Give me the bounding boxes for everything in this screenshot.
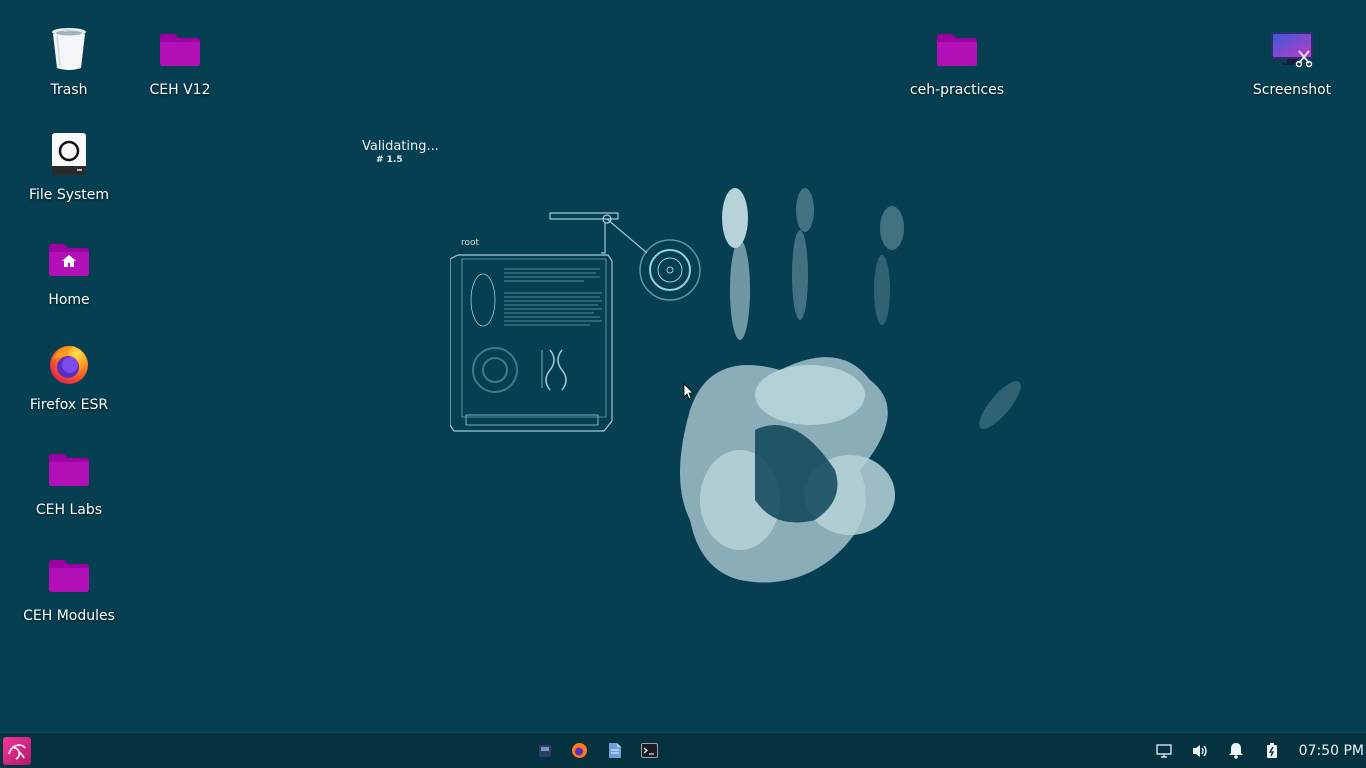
taskbar-launchers — [535, 741, 659, 760]
desktop-icon-trash[interactable]: Trash — [14, 2, 124, 102]
desktop-icon-label: ceh-practices — [909, 82, 1005, 98]
desktop-icon-ceh-v12[interactable]: CEH V12 — [125, 2, 235, 102]
folder-icon — [932, 24, 982, 74]
home-folder-icon — [44, 234, 94, 284]
folder-icon — [44, 550, 94, 600]
firefox-icon[interactable] — [570, 741, 589, 760]
trash-icon — [44, 24, 94, 74]
battery-icon[interactable] — [1263, 742, 1281, 760]
wallpaper-handprint — [680, 188, 1021, 583]
display-icon[interactable] — [1155, 742, 1173, 760]
wallpaper-status: Validating... # 1.5 — [362, 139, 439, 165]
desktop-icon-label: File System — [28, 187, 110, 203]
desktop-icon-label: Trash — [50, 82, 88, 98]
desktop-icon-label: CEH V12 — [149, 82, 211, 98]
desktop-icon-screenshot[interactable]: Screenshot — [1237, 2, 1347, 102]
desktop-icon-label: CEH Modules — [23, 608, 115, 624]
desktop-icon-label: Home — [48, 292, 90, 308]
folder-icon — [44, 444, 94, 494]
taskbar-clock[interactable]: 07:50 PM — [1299, 743, 1364, 759]
firefox-icon — [44, 339, 94, 389]
desktop: Trash CEH V12 ceh-practices Screenshot F… — [0, 0, 1366, 733]
desktop-icon-firefox[interactable]: Firefox ESR — [14, 317, 124, 417]
screenshot-icon — [1267, 24, 1317, 74]
drive-icon — [44, 129, 94, 179]
workspace-icon[interactable] — [535, 741, 554, 760]
desktop-icon-ceh-modules[interactable]: CEH Modules — [14, 528, 124, 628]
taskbar: 07:50 PM — [0, 732, 1366, 768]
terminal-icon[interactable] — [640, 741, 659, 760]
notification-bell-icon[interactable] — [1227, 742, 1245, 760]
files-icon[interactable] — [605, 741, 624, 760]
desktop-icon-ceh-practices[interactable]: ceh-practices — [902, 2, 1012, 102]
desktop-icon-file-system[interactable]: File System — [14, 107, 124, 207]
wallpaper-status-sub: # 1.5 — [376, 155, 403, 165]
volume-icon[interactable] — [1191, 742, 1209, 760]
mouse-cursor-icon — [683, 383, 694, 400]
desktop-icon-label: CEH Labs — [35, 502, 103, 518]
desktop-icon-label: Firefox ESR — [29, 397, 109, 413]
system-tray: 07:50 PM — [1155, 733, 1366, 768]
desktop-icon-home[interactable]: Home — [14, 212, 124, 312]
folder-icon — [155, 24, 205, 74]
kali-dragon-icon[interactable] — [3, 737, 31, 765]
wallpaper-status-text: Validating... — [362, 139, 439, 154]
desktop-icon-ceh-labs[interactable]: CEH Labs — [14, 422, 124, 522]
desktop-icon-label: Screenshot — [1252, 82, 1332, 98]
